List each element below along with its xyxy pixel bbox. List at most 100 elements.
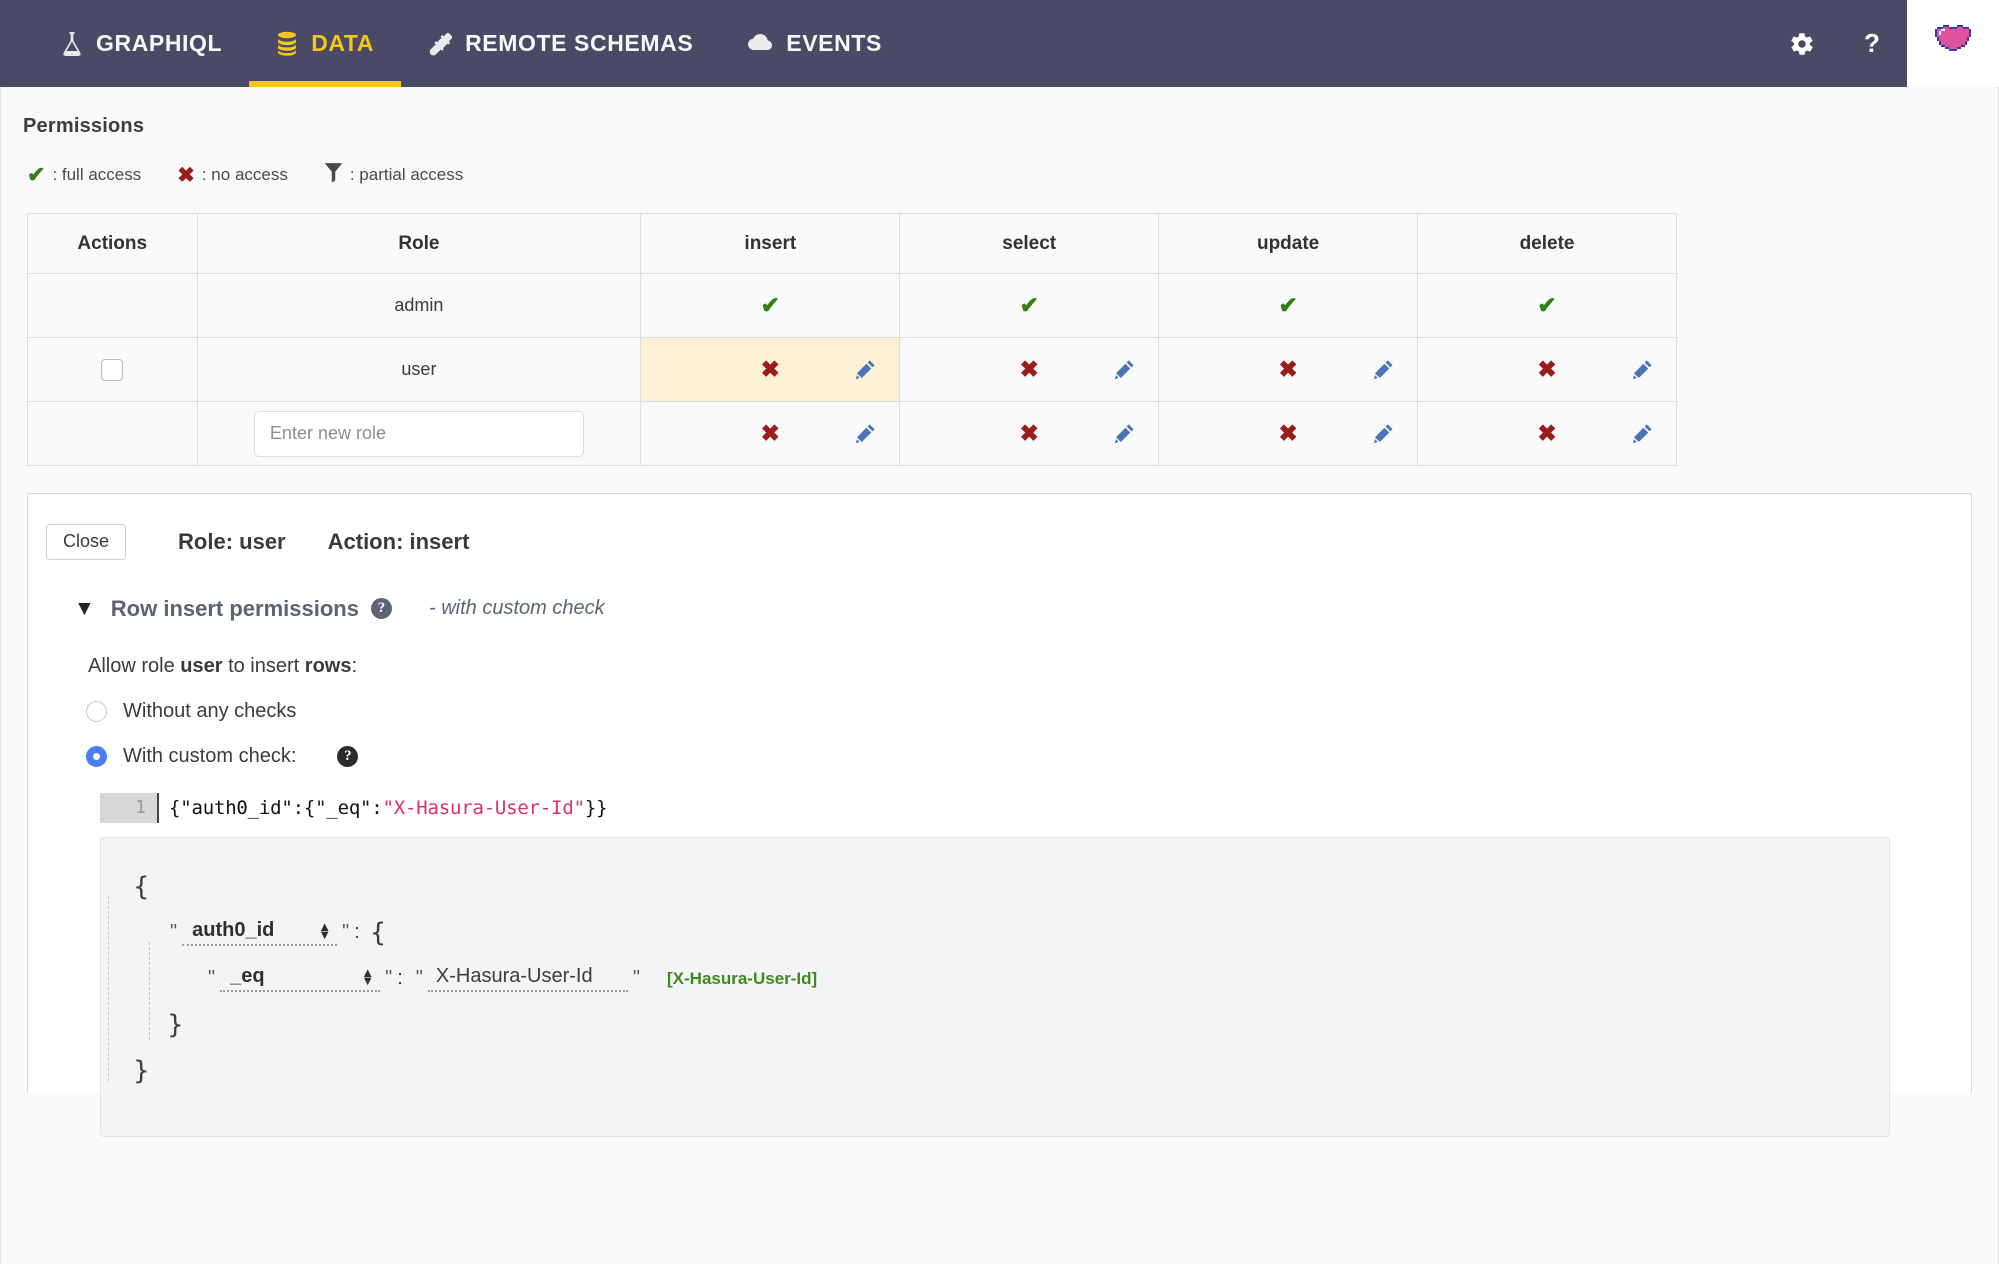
row-actions-cell xyxy=(27,401,198,466)
nav-tab-events-label: Events xyxy=(786,30,882,56)
permission-cell-delete[interactable]: ✖ xyxy=(1417,337,1677,402)
legend-label-full-access: : full access xyxy=(52,165,142,184)
cross-icon: ✖ xyxy=(760,420,780,446)
row-select-checkbox[interactable] xyxy=(101,358,124,381)
permission-cell-delete[interactable]: ✖ xyxy=(1417,401,1677,466)
code-string-value: "X-Hasura-User-Id" xyxy=(382,796,586,819)
builder-rail xyxy=(108,895,109,1081)
panel-bottom-spacer xyxy=(28,1137,1971,1197)
cross-icon: ✖ xyxy=(1278,356,1298,382)
allow-object: rows xyxy=(304,654,352,677)
permission-cell-insert[interactable]: ✖ xyxy=(640,401,901,466)
edit-pencil-icon[interactable] xyxy=(1372,423,1394,445)
builder-line-open: { xyxy=(133,864,1889,910)
column-header-role: Role xyxy=(196,213,642,274)
radio-label-with-custom-check[interactable]: With custom check: xyxy=(123,745,296,768)
permission-cell-select[interactable]: ✖ xyxy=(899,337,1160,402)
nav-tab-data[interactable]: Data xyxy=(249,0,401,87)
help-circle-icon[interactable]: ? xyxy=(337,745,359,767)
close-brace: } xyxy=(133,1055,150,1086)
option-without-any-checks[interactable]: Without any checks xyxy=(28,678,1971,723)
column-header-insert: insert xyxy=(640,213,901,274)
check-icon: ✔ xyxy=(760,292,780,318)
new-role-input[interactable] xyxy=(253,410,584,457)
table-header-row: Actions Role insert select update delete xyxy=(27,213,1677,274)
table-row: admin ✔ ✔ ✔ ✔ xyxy=(27,273,1677,338)
column-header-update: update xyxy=(1158,213,1419,274)
edit-pencil-icon[interactable] xyxy=(1113,359,1135,381)
allow-prefix: Allow role xyxy=(88,654,181,677)
avatar[interactable] xyxy=(1907,0,1999,87)
help-icon[interactable]: ? xyxy=(1837,0,1907,87)
permission-cell-update[interactable]: ✖ xyxy=(1158,401,1419,466)
cloud-icon xyxy=(747,31,773,57)
sort-arrows-icon[interactable]: ▲ ▼ xyxy=(318,920,331,941)
open-brace: { xyxy=(133,871,150,902)
allow-middle: to insert xyxy=(222,654,305,677)
row-role-cell: user xyxy=(196,337,642,402)
help-circle-icon[interactable]: ? xyxy=(370,598,392,620)
edit-pencil-icon[interactable] xyxy=(1372,359,1394,381)
legend-item-no-access: ✖ : no access xyxy=(177,165,288,186)
builder-value-field[interactable]: X-Hasura-User-Id xyxy=(427,965,628,993)
check-icon: ✔ xyxy=(27,162,46,187)
builder-line-inner-close: } xyxy=(133,1002,1889,1048)
legend-item-partial-access: : partial access xyxy=(324,162,463,188)
row-actions-cell xyxy=(27,337,198,402)
permission-cell-insert[interactable]: ✖ xyxy=(640,337,901,402)
chevron-down-icon[interactable]: ▼ xyxy=(74,598,95,619)
table-row: ✖ ✖ xyxy=(27,401,1677,466)
radio-label-without-any-checks[interactable]: Without any checks xyxy=(123,700,296,723)
column-header-actions: Actions xyxy=(27,213,198,274)
column-header-select: select xyxy=(899,213,1160,274)
nav-right-actions: ? xyxy=(1767,0,1999,87)
nav-tab-events[interactable]: Events xyxy=(720,0,909,87)
nav-tab-remote-schemas-label: Remote Schemas xyxy=(465,30,694,56)
editor-code-line[interactable]: {"auth0_id":{"_eq":"X-Hasura-User-Id"}} xyxy=(157,792,1890,823)
builder-key-auth0-id-text: auth0_id xyxy=(192,919,275,942)
gear-icon[interactable] xyxy=(1767,0,1837,87)
filter-icon xyxy=(324,162,343,188)
close-button[interactable]: Close xyxy=(46,524,127,560)
quote-char: " xyxy=(170,921,178,944)
permission-cell-update[interactable]: ✔ xyxy=(1158,273,1419,338)
permissions-legend: ✔ : full access ✖ : no access : partial … xyxy=(1,138,1998,188)
nav-tab-remote-schemas[interactable]: Remote Schemas xyxy=(401,0,720,87)
builder-key-auth0-id[interactable]: auth0_id ▲ ▼ xyxy=(182,919,338,947)
section-title[interactable]: Row insert permissions xyxy=(111,596,359,622)
permission-cell-insert[interactable]: ✔ xyxy=(640,273,901,338)
permission-cell-update[interactable]: ✖ xyxy=(1158,337,1419,402)
quote-char: " xyxy=(385,967,393,990)
permission-cell-delete[interactable]: ✔ xyxy=(1417,273,1677,338)
option-with-custom-check[interactable]: With custom check: ? xyxy=(28,723,1971,768)
code-suffix: }} xyxy=(584,796,608,819)
permissions-table-container: Actions Role insert select update delete… xyxy=(1,188,1998,466)
radio-with-custom-check[interactable] xyxy=(86,745,107,767)
session-variable-badge: [X-Hasura-User-Id] xyxy=(667,968,818,988)
colon-char: : xyxy=(397,967,403,990)
custom-check-code-editor[interactable]: 1 {"auth0_id":{"_eq":"X-Hasura-User-Id"}… xyxy=(100,792,1890,823)
cross-icon: ✖ xyxy=(1019,420,1039,446)
radio-without-any-checks[interactable] xyxy=(86,700,107,722)
colon-char: : xyxy=(354,921,360,944)
column-header-delete: delete xyxy=(1417,213,1677,274)
builder-key-eq[interactable]: _eq ▲ ▼ xyxy=(220,965,381,993)
nav-tab-graphiql[interactable]: GraphiQL xyxy=(34,0,249,87)
edit-pencil-icon[interactable] xyxy=(854,423,876,445)
nav-items: GraphiQL Data Remote Schemas xyxy=(0,0,909,87)
check-icon: ✔ xyxy=(1537,292,1557,318)
permission-cell-select[interactable]: ✔ xyxy=(899,273,1160,338)
edit-pencil-icon[interactable] xyxy=(1631,359,1653,381)
page-content: Permissions ✔ : full access ✖ : no acces… xyxy=(0,87,1999,1264)
edit-pencil-icon[interactable] xyxy=(1113,423,1135,445)
flask-icon xyxy=(61,31,83,57)
sort-arrows-icon[interactable]: ▲ ▼ xyxy=(361,966,374,987)
cross-icon: ✖ xyxy=(1537,356,1557,382)
allow-suffix: : xyxy=(351,654,358,677)
edit-pencil-icon[interactable] xyxy=(854,359,876,381)
edit-pencil-icon[interactable] xyxy=(1631,423,1653,445)
permission-cell-select[interactable]: ✖ xyxy=(899,401,1160,466)
cross-icon: ✖ xyxy=(177,163,195,187)
builder-line-outer-key: " auth0_id ▲ ▼ " : { xyxy=(133,910,1889,956)
row-role-cell xyxy=(196,401,642,466)
